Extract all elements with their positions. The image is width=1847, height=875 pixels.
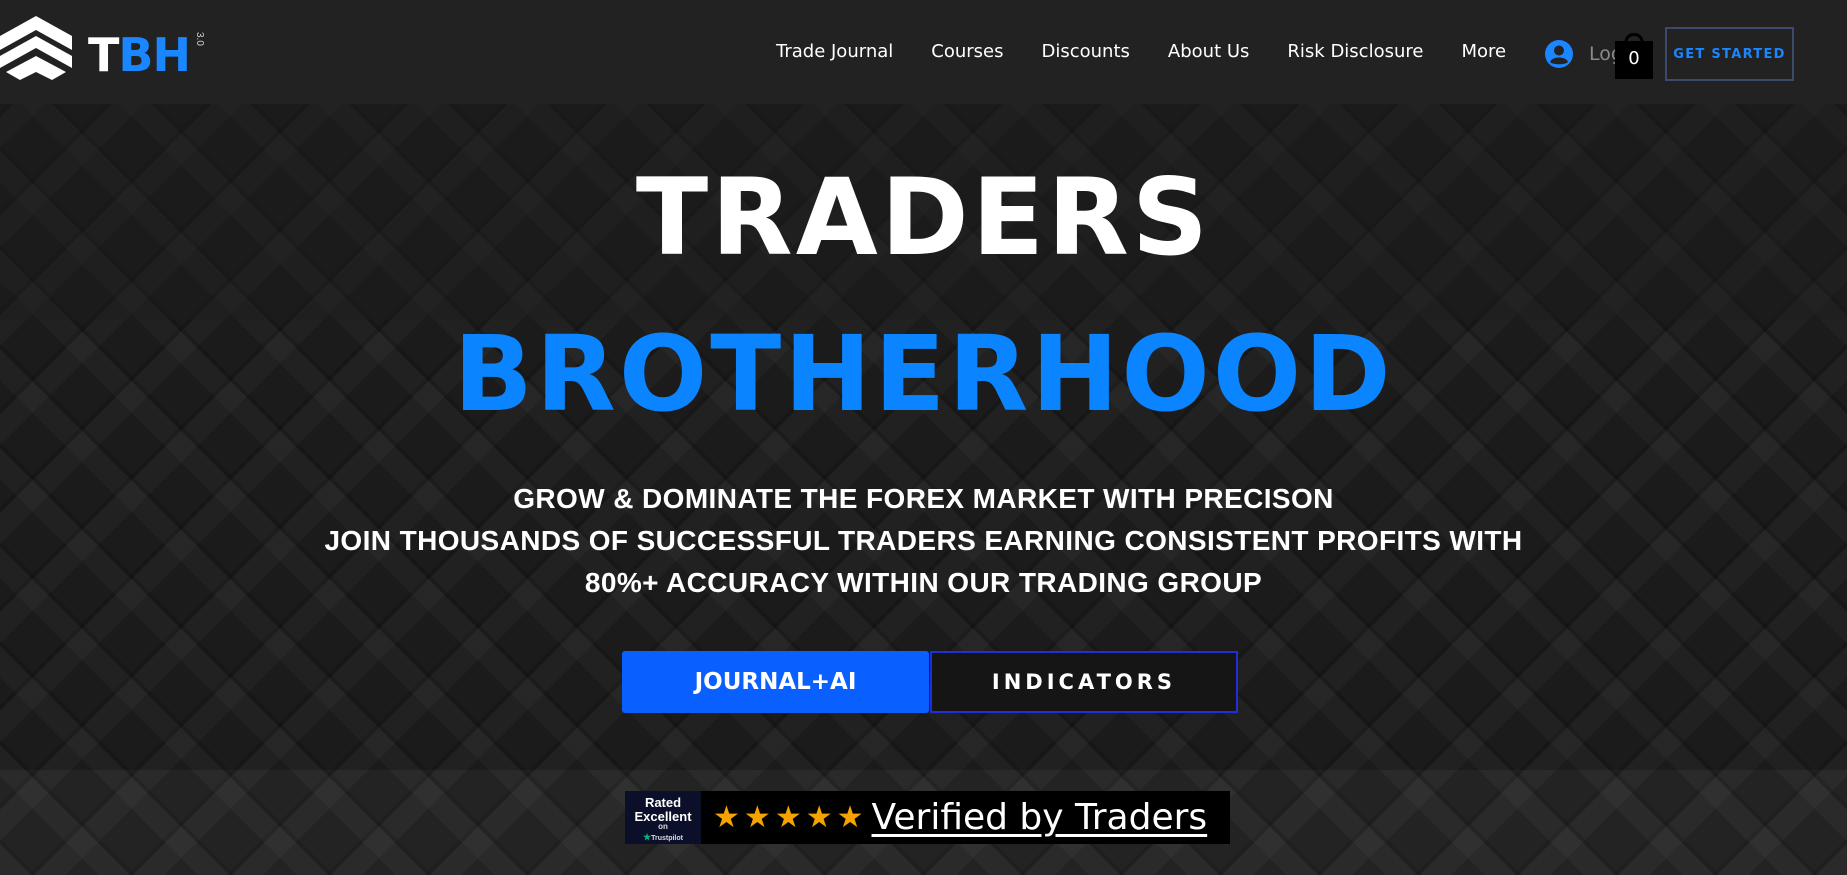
indicators-button[interactable]: INDICATORS <box>930 651 1238 713</box>
chevron-logo-icon <box>0 16 72 80</box>
logo-wordmark: TBH <box>88 32 191 78</box>
trustpilot-bar[interactable]: Rated Excellent on ★Trustpilot ★ ★ ★ ★ ★… <box>625 791 1230 844</box>
badge-on: on <box>658 822 668 832</box>
star-icon: ★ <box>774 800 802 834</box>
star-icon: ★ <box>713 800 740 834</box>
nav-item-risk-disclosure[interactable]: Risk Disclosure <box>1287 41 1423 62</box>
trustpilot-star-icon: ★ <box>643 831 652 842</box>
badge-brand-label: Trustpilot <box>651 834 683 842</box>
page: TBH 3.0 Trade Journal Courses Discounts … <box>0 0 1847 875</box>
logo-small-mark: 3.0 <box>194 32 205 46</box>
hero-subtitle-line-1: GROW & DOMINATE THE FOREX MARKET WITH PR… <box>513 483 1334 514</box>
cart-count: 0 <box>1628 48 1640 69</box>
cart-button[interactable]: 0 <box>1612 28 1656 82</box>
hero-subtitle-line-2: JOIN THOUSANDS OF SUCCESSFUL TRADERS EAR… <box>324 525 1523 556</box>
site-header: TBH 3.0 Trade Journal Courses Discounts … <box>0 0 1847 104</box>
trustpilot-badge: Rated Excellent on ★Trustpilot <box>625 791 701 844</box>
hero-subtitle: GROW & DOMINATE THE FOREX MARKET WITH PR… <box>0 478 1847 604</box>
hero-subtitle-line-3: 80%+ ACCURACY WITHIN OUR TRADING GROUP <box>584 567 1263 598</box>
verified-by-traders-link[interactable]: Verified by Traders <box>872 797 1208 838</box>
get-started-button[interactable]: GET STARTED <box>1665 27 1794 81</box>
nav-item-courses[interactable]: Courses <box>931 41 1003 62</box>
nav-item-about-us[interactable]: About Us <box>1168 41 1250 62</box>
logo-letters-bh: BH <box>118 28 191 82</box>
login-button[interactable]: Log In <box>1545 40 1615 68</box>
hero-title-traders: TRADERS <box>635 156 1212 279</box>
logo-letter-t: T <box>88 28 119 82</box>
badge-rated: Rated <box>644 795 682 810</box>
nav-item-discounts[interactable]: Discounts <box>1042 41 1130 62</box>
nav-item-trade-journal[interactable]: Trade Journal <box>776 41 893 62</box>
rating-stars: ★ ★ ★ ★ ★ <box>713 800 864 834</box>
hero-title-brotherhood: BROTHERHOOD <box>453 313 1394 435</box>
main-nav: Trade Journal Courses Discounts About Us… <box>776 41 1506 62</box>
journal-ai-button[interactable]: JOURNAL+AI <box>622 651 929 713</box>
badge-trustpilot-brand: ★Trustpilot <box>625 831 701 842</box>
badge-excellent: Excellent <box>634 808 692 824</box>
star-icon: ★ <box>743 800 771 834</box>
user-avatar-icon <box>1545 40 1573 68</box>
star-icon: ★ <box>836 800 864 834</box>
nav-item-more[interactable]: More <box>1461 41 1506 62</box>
star-icon: ★ <box>805 800 833 834</box>
site-logo[interactable]: TBH 3.0 <box>0 14 205 88</box>
